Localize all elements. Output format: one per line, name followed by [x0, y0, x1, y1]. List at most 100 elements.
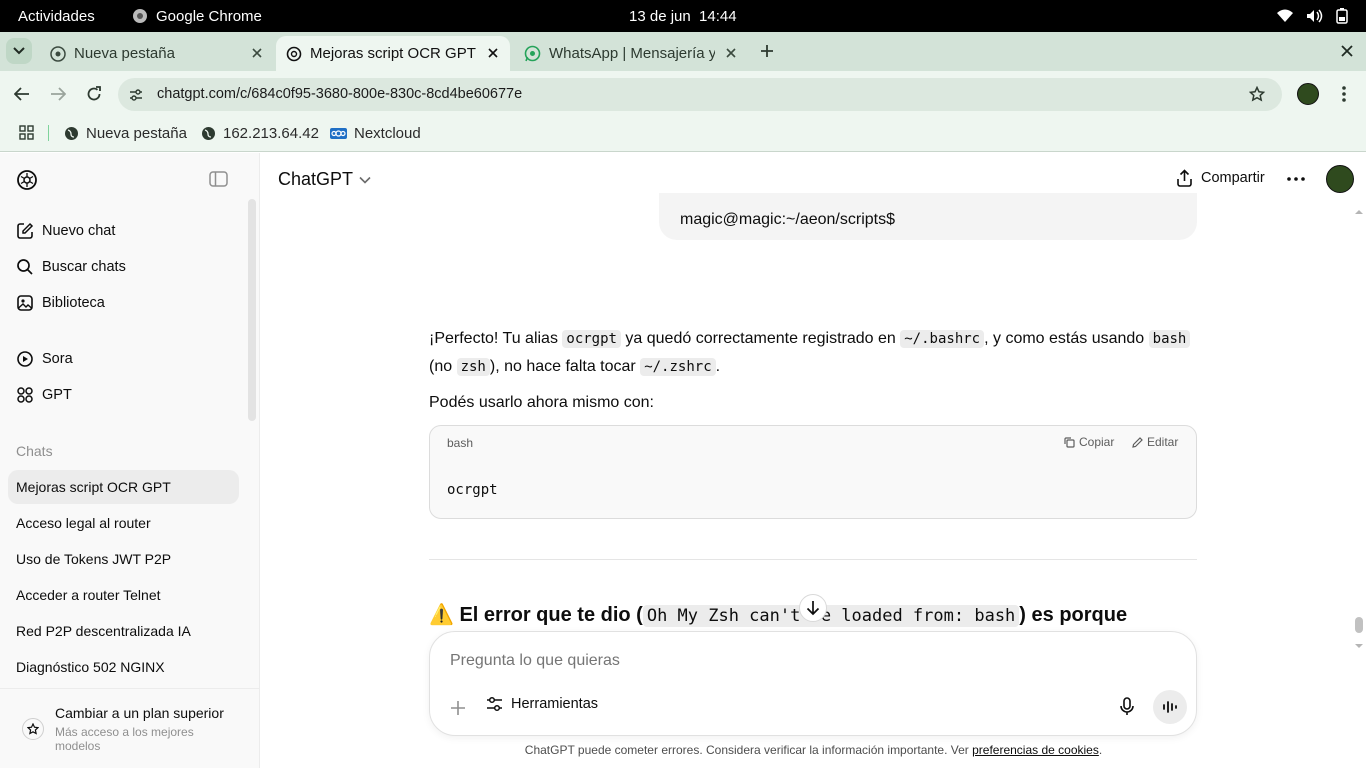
cookie-preferences-link[interactable]: preferencias de cookies: [972, 743, 1099, 757]
copy-code-button[interactable]: Copiar: [1064, 435, 1114, 449]
model-selector[interactable]: ChatGPT: [278, 169, 371, 190]
heading-text: El error que te dio (: [459, 604, 643, 626]
apps-button[interactable]: [19, 125, 34, 140]
chat-title: Red P2P descentralizada IA: [16, 623, 191, 639]
new-tab-button[interactable]: [759, 43, 775, 59]
close-icon: [1340, 44, 1354, 58]
system-top-bar: Actividades Google Chrome 13 de jun 14:4…: [0, 0, 1366, 32]
code-language-label: bash: [447, 436, 474, 450]
inline-code: Oh My Zsh can't be loaded from: bash: [642, 605, 1020, 627]
toggle-sidebar-button[interactable]: [209, 171, 228, 187]
chevron-down-icon: [13, 47, 25, 55]
activities-button[interactable]: Actividades: [18, 0, 95, 32]
nav-search-chats[interactable]: Buscar chats: [8, 250, 239, 284]
chrome-icon: [50, 45, 66, 62]
user-message-bubble: magic@magic:~/aeon/scripts$: [659, 193, 1197, 240]
warning-icon: ⚠️: [429, 604, 454, 626]
clock[interactable]: 13 de jun 14:44: [629, 0, 737, 32]
sidebar-scrollbar[interactable]: [248, 199, 256, 421]
scroll-up-arrow-icon[interactable]: [1354, 209, 1364, 215]
tab-title: WhatsApp | Mensajería y: [549, 45, 715, 62]
bookmarks-divider: [48, 125, 49, 141]
browser-toolbar: chatgpt.com/c/684c0f95-3680-800e-830c-8c…: [0, 71, 1366, 117]
nav-new-chat[interactable]: Nuevo chat: [8, 214, 239, 248]
nav-gpts[interactable]: GPT: [8, 378, 239, 412]
text-run: .: [715, 358, 721, 375]
user-avatar[interactable]: [1326, 165, 1354, 193]
datetime-label: 13 de jun 14:44: [629, 7, 737, 25]
bookmark-nueva-pestana[interactable]: Nueva pestaña: [64, 117, 187, 149]
close-tab-icon[interactable]: [250, 46, 264, 60]
tools-button[interactable]: Herramientas: [486, 696, 598, 712]
more-options-button[interactable]: [1287, 177, 1305, 181]
page-scrollbar-thumb[interactable]: [1355, 617, 1363, 633]
chat-item[interactable]: Acceso legal al router: [8, 506, 239, 540]
battery-icon: [1336, 8, 1348, 24]
upgrade-plan-button[interactable]: Cambiar a un plan superior Más acceso a …: [0, 688, 259, 768]
voice-mode-button[interactable]: [1153, 690, 1187, 724]
main-panel: ChatGPT Compartir magic@magic:~/aeon/scr…: [261, 153, 1366, 768]
reload-button[interactable]: [86, 86, 102, 102]
apps-grid-icon: [19, 125, 34, 140]
browser-menu-button[interactable]: [1342, 86, 1346, 102]
text-run: ), no hace falta tocar: [489, 358, 641, 375]
assistant-paragraph: ¡Perfecto! Tu alias ocrgpt ya quedó corr…: [429, 325, 1199, 381]
edit-label: Editar: [1147, 435, 1179, 449]
close-tab-icon[interactable]: [486, 46, 500, 60]
share-button[interactable]: Compartir: [1176, 169, 1265, 187]
text-run: ¡Perfecto! Tu alias: [429, 330, 563, 347]
chat-title: Mejoras script OCR GPT: [16, 479, 171, 495]
more-horizontal-icon: [1287, 177, 1305, 181]
address-bar[interactable]: chatgpt.com/c/684c0f95-3680-800e-830c-8c…: [118, 78, 1282, 111]
tab-mejoras-script-ocr[interactable]: Mejoras script OCR GPT: [276, 36, 510, 71]
plus-icon: [759, 43, 775, 59]
nav-label: Sora: [42, 351, 73, 367]
chat-title: Acceder a router Telnet: [16, 587, 161, 603]
bookmark-label: Nueva pestaña: [86, 124, 187, 142]
bookmark-nextcloud[interactable]: Nextcloud: [330, 117, 421, 149]
site-info-icon[interactable]: [128, 87, 144, 103]
dictate-button[interactable]: [1120, 697, 1134, 716]
tab-whatsapp[interactable]: WhatsApp | Mensajería y: [512, 36, 748, 71]
chat-item[interactable]: Acceder a router Telnet: [8, 578, 239, 612]
upgrade-badge-icon: [22, 718, 44, 740]
assistant-paragraph: Podés usarlo ahora mismo con:: [429, 394, 654, 411]
profile-avatar[interactable]: [1297, 83, 1319, 105]
bookmark-star-icon[interactable]: [1249, 86, 1265, 102]
sidebar-toggle-icon: [209, 171, 228, 187]
system-status-area[interactable]: [1276, 0, 1348, 32]
grid-icon: [8, 386, 42, 404]
inline-code: bash: [1148, 330, 1191, 348]
close-tab-icon[interactable]: [724, 46, 738, 60]
chevron-down-icon: [359, 176, 371, 184]
chatgpt-logo[interactable]: [16, 169, 38, 191]
nav-sora[interactable]: Sora: [8, 342, 239, 376]
chats-section-title: Chats: [16, 443, 53, 459]
scroll-down-arrow-icon[interactable]: [1354, 643, 1364, 649]
chat-item[interactable]: Uso de Tokens JWT P2P: [8, 542, 239, 576]
nav-library[interactable]: Biblioteca: [8, 286, 239, 320]
bookmarks-bar: Nueva pestaña 162.213.64.42 Nextcloud: [0, 117, 1366, 152]
copy-label: Copiar: [1079, 435, 1115, 449]
library-icon: [8, 294, 42, 312]
tab-nueva-pestana[interactable]: Nueva pestaña: [38, 36, 274, 71]
bookmark-label: 162.213.64.42: [223, 124, 319, 142]
chat-item[interactable]: Mejoras script OCR GPT: [8, 470, 239, 504]
plus-icon: [450, 700, 466, 716]
edit-code-button[interactable]: Editar: [1132, 435, 1178, 449]
prompt-input[interactable]: [450, 646, 1150, 676]
scroll-to-bottom-button[interactable]: [799, 594, 827, 622]
attach-button[interactable]: [450, 700, 466, 716]
reload-icon: [86, 86, 102, 102]
chat-item[interactable]: Diagnóstico 502 NGINX: [8, 650, 239, 684]
forward-button[interactable]: [50, 87, 66, 101]
chat-title: Uso de Tokens JWT P2P: [16, 551, 172, 567]
bookmark-ip-address[interactable]: 162.213.64.42: [201, 117, 319, 149]
app-menu[interactable]: Google Chrome: [132, 0, 262, 32]
close-window-button[interactable]: [1340, 44, 1354, 58]
forward-arrow-icon: [50, 87, 66, 101]
tab-search-button[interactable]: [6, 38, 32, 64]
chat-item[interactable]: Red P2P descentralizada IA: [8, 614, 239, 648]
back-button[interactable]: [14, 87, 30, 101]
activities-label: Actividades: [18, 7, 95, 25]
